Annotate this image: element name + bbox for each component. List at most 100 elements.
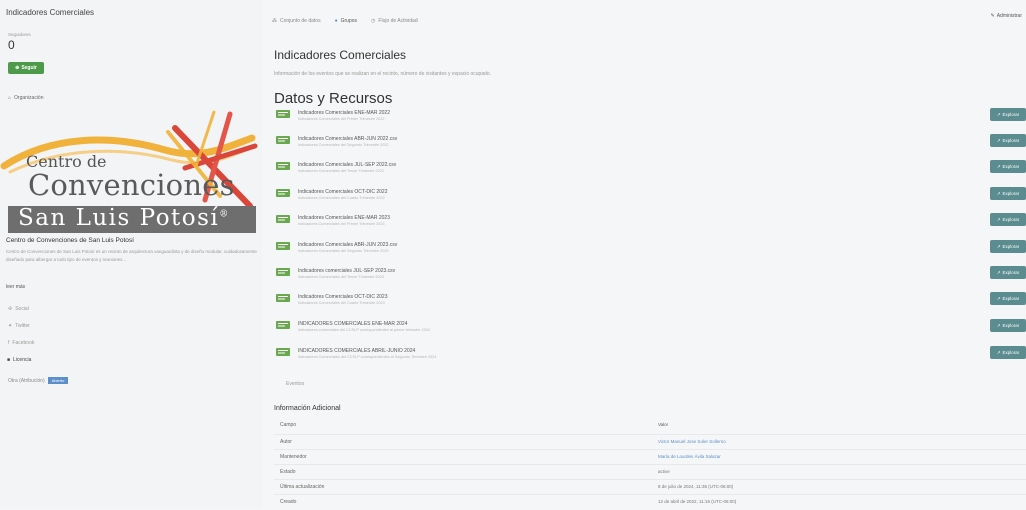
resource-item[interactable]: Indicadores Comerciales OCT-DIC 2022 Ind…: [274, 187, 1026, 207]
table-row: Estado active: [274, 464, 1026, 480]
social-link-facebook[interactable]: f Facebook: [8, 340, 34, 346]
tab-groups[interactable]: ● Grupos: [335, 18, 357, 24]
explore-button-label: Explorar: [1002, 217, 1020, 222]
resource-name[interactable]: Indicadores Comerciales ENE-MAR 2023: [298, 215, 390, 221]
license-label: Licencia: [13, 357, 32, 363]
manage-button[interactable]: ✎ Administrar: [991, 13, 1023, 19]
resource-description: Indicadores Comerciales del CCSLP corres…: [298, 355, 437, 359]
info-field: Creado: [280, 499, 297, 505]
resource-name[interactable]: Indicadores Comerciales ENE-MAR 2022: [298, 110, 390, 116]
resource-description: Indicadores Comerciales del Primer Trime…: [298, 117, 385, 121]
resource-item[interactable]: Indicadores Comerciales ABR-JUN 2023.csv…: [274, 240, 1026, 260]
resource-item[interactable]: Indicadores comerciales JUL-SEP 2023.csv…: [274, 266, 1026, 286]
explore-button[interactable]: ↗ Explorar: [990, 240, 1026, 253]
arrow-icon: ↗: [996, 322, 1001, 328]
license-text[interactable]: Otra (Atribución): [8, 378, 45, 384]
column-header-value: Valor: [658, 422, 669, 427]
resource-name[interactable]: Indicadores Comerciales ABR-JUN 2022.csv: [298, 136, 397, 142]
events-section: Eventos: [274, 376, 1026, 392]
explore-button[interactable]: ↗ Explorar: [990, 160, 1026, 173]
info-field: Autor: [280, 439, 292, 445]
license-info: Otra (Atribución) Abierto: [8, 377, 69, 384]
explore-button[interactable]: ↗ Explorar: [990, 346, 1026, 359]
organization-heading: ⌂ Organización: [8, 95, 44, 101]
dataset-title: Indicadores Comerciales: [274, 48, 407, 62]
explore-button[interactable]: ↗ Explorar: [990, 292, 1026, 305]
follow-button[interactable]: ⊕ Seguir: [8, 62, 44, 74]
manage-button-label: Administrar: [996, 13, 1022, 19]
tab-label: Grupos: [340, 18, 358, 24]
info-value: active: [658, 469, 670, 474]
explore-button[interactable]: ↗ Explorar: [990, 319, 1026, 332]
arrow-icon: ↗: [996, 163, 1001, 169]
tab-datasets[interactable]: ⁂ Conjunto de datos: [272, 18, 321, 24]
resource-description: Indicadores Comerciales del Cuarto Trime…: [298, 196, 385, 200]
resource-name[interactable]: INDICADORES COMERCIALES ENE-MAR 2024: [298, 321, 407, 327]
dataset-description: Información de los eventos que se realiz…: [274, 71, 492, 77]
open-data-badge[interactable]: Abierto: [47, 377, 69, 384]
twitter-icon: ✦: [8, 323, 13, 329]
wrench-icon: ✎: [990, 13, 995, 19]
resource-item[interactable]: Indicadores Comerciales OCT-DIC 2023 Ind…: [274, 292, 1026, 312]
events-label[interactable]: Eventos: [286, 381, 304, 387]
info-value-link[interactable]: Victor Manuel Jose Soler Sollerno: [658, 439, 726, 444]
info-value: 12 de abril de 2022, 11:16 (UTC-06:00): [658, 499, 737, 504]
social-link-twitter[interactable]: ✦ Twitter: [8, 323, 30, 329]
resource-item[interactable]: INDICADORES COMERCIALES ENE-MAR 2024 Ind…: [274, 319, 1026, 339]
resource-name[interactable]: INDICADORES COMERCIALES ABRIL-JUNIO 2024: [298, 348, 415, 354]
data-format-icon: [276, 268, 290, 276]
resource-name[interactable]: Indicadores Comerciales JUL-SEP 2022.csv: [298, 162, 396, 168]
column-header-field: Campo: [280, 422, 297, 428]
explore-button[interactable]: ↗ Explorar: [990, 213, 1026, 226]
explore-button[interactable]: ↗ Explorar: [990, 266, 1026, 279]
resource-name[interactable]: Indicadores Comerciales OCT-DIC 2022: [298, 189, 387, 195]
logo-text-line3: San Luis Potosí®: [18, 205, 230, 231]
main-content: ⁂ Conjunto de datos ● Grupos ◷ Flujo de …: [262, 0, 1026, 508]
data-format-icon: [276, 348, 290, 356]
resource-name[interactable]: Indicadores comerciales JUL-SEP 2023.csv: [298, 268, 395, 274]
data-format-icon: [276, 162, 290, 170]
see-more-link[interactable]: leer más: [6, 284, 25, 290]
organization-description: Centro de Convenciones de San Luis Potos…: [6, 249, 257, 262]
info-value-link[interactable]: María de Lourdes Ávila Salazar: [658, 454, 721, 459]
tab-label: Conjunto de datos: [280, 18, 321, 24]
resource-item[interactable]: INDICADORES COMERCIALES ABRIL-JUNIO 2024…: [274, 346, 1026, 366]
resource-name[interactable]: Indicadores Comerciales ABR-JUN 2023.csv: [298, 242, 397, 248]
followers-label: Seguidores: [8, 32, 31, 37]
explore-button-label: Explorar: [1002, 191, 1020, 196]
license-heading: ■ Licencia: [7, 357, 31, 363]
resource-item[interactable]: Indicadores Comerciales ENE-MAR 2022 Ind…: [274, 108, 1026, 128]
arrow-icon: ↗: [996, 243, 1001, 249]
arrow-icon: ↗: [996, 349, 1001, 355]
explore-button-label: Explorar: [1002, 138, 1020, 143]
table-row: Última actualización 8 de julio de 2024,…: [274, 479, 1026, 495]
social-link-label: Facebook: [12, 340, 35, 346]
explore-button[interactable]: ↗ Explorar: [990, 134, 1026, 147]
table-row: Mantenedor María de Lourdes Ávila Salaza…: [274, 449, 1026, 465]
logo-registered-mark: ®: [219, 209, 230, 220]
resource-item[interactable]: Indicadores Comerciales ABR-JUN 2022.csv…: [274, 134, 1026, 154]
organization-label: Organización: [14, 95, 44, 101]
table-row: Autor Victor Manuel Jose Soler Sollerno: [274, 434, 1026, 450]
resource-description: Indicadores comerciales del CCSLP corres…: [298, 328, 431, 332]
resource-item[interactable]: Indicadores Comerciales ENE-MAR 2023 Ind…: [274, 213, 1026, 233]
explore-button[interactable]: ↗ Explorar: [990, 187, 1026, 200]
explore-button[interactable]: ↗ Explorar: [990, 108, 1026, 121]
resource-description: Indicadores Comerciales del Cuarto Trime…: [298, 301, 385, 305]
resource-item[interactable]: Indicadores Comerciales JUL-SEP 2022.csv…: [274, 160, 1026, 180]
arrow-icon: ↗: [996, 295, 1001, 301]
tab-activity-stream[interactable]: ◷ Flujo de Actividad: [371, 18, 418, 24]
arrow-icon: ↗: [996, 111, 1001, 117]
sidebar-title: Indicadores Comerciales: [6, 8, 95, 17]
explore-button-label: Explorar: [1002, 164, 1020, 169]
logo-text-line3-label: San Luis Potosí: [18, 205, 220, 231]
explore-button-label: Explorar: [1002, 244, 1020, 249]
resource-description: Indicadores Comerciales del Tercer Trime…: [298, 275, 384, 279]
info-field: Estado: [280, 469, 296, 475]
dataset-tabs: ⁂ Conjunto de datos ● Grupos ◷ Flujo de …: [272, 10, 502, 32]
facebook-icon: f: [8, 340, 10, 346]
resource-name[interactable]: Indicadores Comerciales OCT-DIC 2023: [298, 294, 387, 300]
arrow-icon: ↗: [996, 216, 1001, 222]
info-field: Mantenedor: [280, 454, 307, 460]
explore-button-label: Explorar: [1002, 323, 1020, 328]
